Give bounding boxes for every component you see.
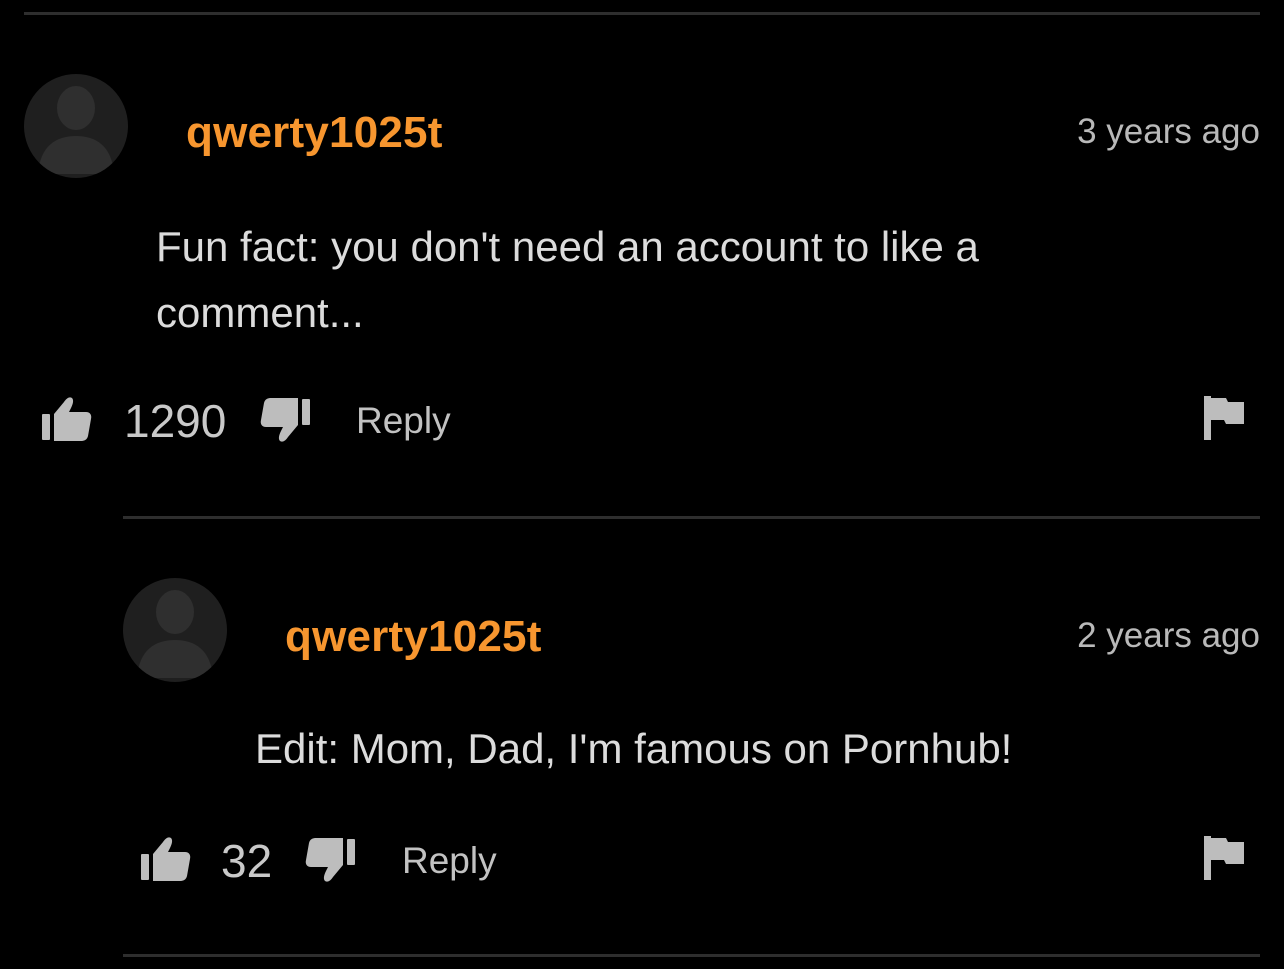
thumbs-up-icon[interactable]	[42, 396, 92, 442]
comment-text: Edit: Mom, Dad, I'm famous on Pornhub!	[255, 725, 1013, 772]
comment-text: Fun fact: you don't need an account to l…	[156, 223, 979, 336]
default-avatar-icon	[38, 86, 114, 174]
timestamp: 2 years ago	[1077, 616, 1260, 655]
reply-comment: qwerty1025t 2 years ago Edit: Mom, Dad, …	[123, 578, 1260, 938]
thumbs-down-icon[interactable]	[305, 838, 355, 884]
username[interactable]: qwerty1025t	[186, 108, 443, 158]
flag-icon[interactable]	[1204, 836, 1244, 880]
default-avatar-icon	[137, 590, 213, 678]
reply-divider	[123, 516, 1260, 519]
bottom-divider	[123, 954, 1260, 957]
top-divider	[24, 12, 1260, 15]
comment-actions: 1290 Reply	[24, 390, 1260, 450]
username[interactable]: qwerty1025t	[285, 612, 542, 662]
timestamp: 3 years ago	[1077, 112, 1260, 151]
reply-button[interactable]: Reply	[402, 840, 497, 882]
comment-actions: 32 Reply	[123, 830, 1260, 890]
reply-button[interactable]: Reply	[356, 400, 451, 442]
avatar[interactable]	[123, 578, 227, 682]
like-count: 32	[221, 835, 273, 887]
like-count: 1290	[124, 395, 227, 447]
avatar[interactable]	[24, 74, 128, 178]
thumbs-up-icon[interactable]	[141, 836, 191, 882]
thumbs-down-icon[interactable]	[260, 398, 310, 444]
flag-icon[interactable]	[1204, 396, 1244, 440]
comment: qwerty1025t 3 years ago Fun fact: you do…	[24, 74, 1260, 474]
